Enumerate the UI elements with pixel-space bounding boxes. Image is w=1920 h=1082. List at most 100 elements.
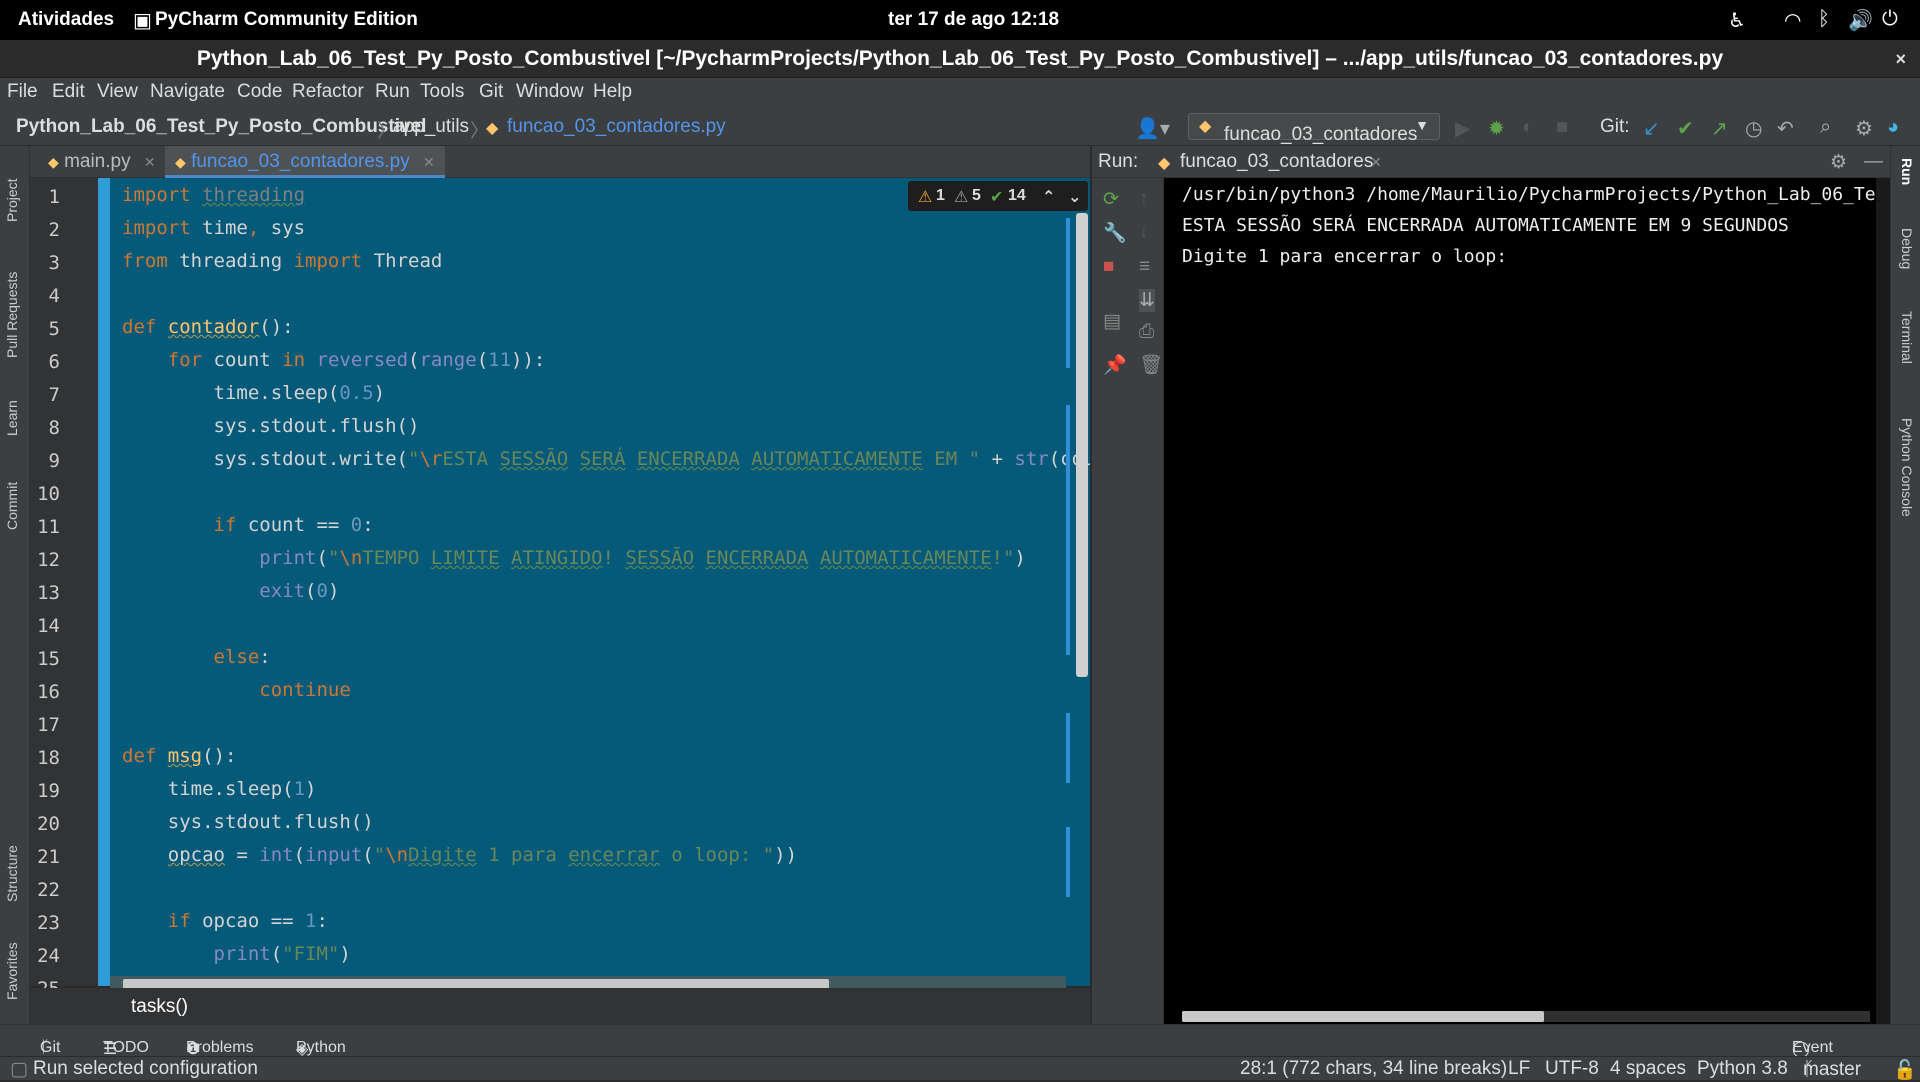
menu-navigate[interactable]: Navigate — [150, 81, 225, 103]
wifi-icon[interactable]: ◠ — [1784, 8, 1801, 33]
history-icon[interactable]: ◷ — [1745, 116, 1762, 141]
power-icon[interactable]: ⏻ — [1882, 8, 1898, 31]
user-icon[interactable]: 👤▾ — [1135, 116, 1170, 141]
stop-icon[interactable]: ■ — [1556, 116, 1568, 139]
print-icon[interactable]: ⎙ — [1139, 321, 1154, 343]
line-number: 21 — [37, 846, 60, 868]
indent-setting[interactable]: 4 spaces — [1610, 1058, 1686, 1080]
volume-icon[interactable]: 🔊 — [1848, 8, 1873, 33]
python-file-icon: ◆ — [175, 154, 186, 170]
editor-vertical-scrollbar[interactable] — [1076, 213, 1088, 677]
menu-file[interactable]: File — [7, 81, 38, 103]
next-issue-icon[interactable]: ⌄ — [1068, 187, 1081, 207]
status-message: Run selected configuration — [33, 1058, 258, 1079]
line-number: 11 — [37, 516, 60, 538]
left-tool-strip: Project Pull Requests Learn Commit Struc… — [0, 146, 30, 1024]
pin-icon[interactable]: 📌 — [1103, 353, 1127, 377]
caret-position[interactable]: 28:1 (772 chars, 34 line breaks) — [1240, 1058, 1507, 1080]
tool-terminal[interactable]: Terminal — [1899, 311, 1915, 364]
previous-issue-icon[interactable]: ⌃ — [1042, 187, 1055, 207]
status-bar: ▢ Run selected configuration 28:1 (772 c… — [0, 1056, 1920, 1082]
trash-icon[interactable]: 🗑 — [1139, 353, 1163, 377]
line-number: 24 — [37, 945, 60, 967]
breadcrumb-file[interactable]: funcao_03_contadores.py — [507, 116, 726, 138]
lock-icon[interactable]: 🔓 — [1893, 1058, 1917, 1082]
tool-python-console[interactable]: Python Console — [1899, 418, 1915, 517]
tab-funcao-03-contadores[interactable]: ◆ funcao_03_contadores.py ✕ — [165, 146, 445, 178]
python-file-icon: ◆ — [48, 154, 59, 170]
rollback-icon[interactable]: ↶ — [1777, 116, 1794, 141]
jetbrains-icon[interactable]: ◕ — [1887, 116, 1899, 139]
breadcrumb-folder[interactable]: app_utils — [393, 116, 469, 138]
tab-main-py[interactable]: ◆ main.py ✕ — [38, 146, 166, 178]
minimize-icon[interactable]: — — [1864, 151, 1883, 173]
change-marker — [1066, 405, 1070, 655]
menu-edit[interactable]: Edit — [52, 81, 85, 103]
close-tab-icon[interactable]: ✕ — [423, 154, 435, 170]
menu-help[interactable]: Help — [593, 81, 632, 103]
git-update-icon[interactable]: ↙ — [1643, 116, 1660, 141]
menu-view[interactable]: View — [97, 81, 138, 103]
scroll-to-end-icon[interactable]: ⇊ — [1139, 289, 1155, 312]
wrench-icon[interactable]: 🔧 — [1103, 221, 1127, 245]
menu-refactor[interactable]: Refactor — [292, 81, 364, 103]
close-window-button[interactable]: × — [1895, 40, 1906, 78]
run-configuration-select[interactable]: ◆ funcao_03_contadores ▼ — [1188, 113, 1440, 145]
app-menu[interactable]: PyCharm Community Edition — [155, 9, 418, 31]
up-icon[interactable]: ↑ — [1139, 188, 1149, 210]
code-line: opcao = int(input("\nDigite 1 para encer… — [167, 844, 798, 866]
close-run-tab-icon[interactable]: ✕ — [1370, 154, 1382, 171]
tool-project[interactable]: Project — [4, 178, 20, 222]
tool-run[interactable]: Run — [1899, 158, 1915, 185]
chevron-down-icon: ▼ — [1415, 117, 1429, 133]
search-icon[interactable]: ⌕ — [1820, 116, 1831, 139]
tool-favorites[interactable]: Favorites — [4, 942, 20, 1000]
status-toggle-icon[interactable]: ▢ — [10, 1058, 28, 1081]
menu-run[interactable]: Run — [375, 81, 410, 103]
tool-learn[interactable]: Learn — [4, 400, 20, 436]
activities-button[interactable]: Atividades — [18, 9, 114, 31]
code-line: if count == 0: — [213, 514, 374, 536]
git-push-icon[interactable]: ↗ — [1711, 116, 1728, 141]
breadcrumb-project[interactable]: Python_Lab_06_Test_Py_Posto_Combustivel — [16, 116, 426, 138]
run-console[interactable]: /usr/bin/python3 /home/Maurilio/PycharmP… — [1164, 178, 1876, 1024]
inspection-widget[interactable]: ⚠ 1 ⚠ 5 ✔ 14 ⌃ ⌄ — [908, 181, 1088, 211]
tool-structure[interactable]: Structure — [4, 845, 20, 902]
tool-pull-requests[interactable]: Pull Requests — [4, 272, 20, 358]
git-label: Git: — [1600, 116, 1630, 137]
python-interpreter[interactable]: Python 3.8 — [1697, 1058, 1788, 1080]
debug-icon[interactable]: ✹ — [1488, 116, 1505, 141]
bluetooth-icon[interactable]: ᛒ — [1818, 8, 1830, 31]
down-icon[interactable]: ↓ — [1139, 221, 1149, 243]
settings-icon[interactable]: ⚙ — [1830, 151, 1847, 174]
tool-commit[interactable]: Commit — [4, 482, 20, 530]
menu-window[interactable]: Window — [516, 81, 584, 103]
console-horizontal-scrollbar[interactable] — [1182, 1011, 1544, 1022]
tool-debug[interactable]: Debug — [1899, 228, 1915, 269]
file-encoding[interactable]: UTF-8 — [1545, 1058, 1599, 1080]
clock[interactable]: ter 17 de ago 12:18 — [888, 9, 1059, 31]
console-vertical-scroll-track[interactable] — [1876, 178, 1890, 1024]
menu-code[interactable]: Code — [237, 81, 282, 103]
settings-icon[interactable]: ⚙ — [1855, 116, 1873, 141]
rerun-icon[interactable]: ⟳ — [1103, 188, 1119, 211]
line-separator[interactable]: LF — [1508, 1058, 1530, 1080]
stop-icon[interactable]: ■ — [1103, 256, 1114, 278]
accessibility-icon[interactable]: ♿ — [1728, 8, 1746, 33]
menu-git[interactable]: Git — [479, 81, 503, 103]
code-editor[interactable]: import threading import time, sys from t… — [110, 178, 1090, 986]
soft-wrap-icon[interactable]: ≡ — [1139, 256, 1150, 278]
git-commit-icon[interactable]: ✔ — [1677, 116, 1694, 141]
close-tab-icon[interactable]: ✕ — [144, 154, 156, 170]
run-panel-label: Run: — [1098, 151, 1139, 172]
run-tab[interactable]: funcao_03_contadores — [1180, 151, 1373, 173]
layout-icon[interactable]: ▤ — [1103, 310, 1121, 333]
change-marker — [1066, 827, 1070, 897]
git-branch-label: master — [1803, 1059, 1862, 1080]
code-line: exit(0) — [259, 580, 340, 602]
coverage-icon[interactable]: ◐ — [1522, 116, 1534, 139]
run-icon[interactable]: ▶ — [1455, 116, 1470, 141]
menu-tools[interactable]: Tools — [420, 81, 464, 103]
function-breadcrumb[interactable]: tasks() — [131, 996, 188, 1018]
line-number: 1 — [48, 186, 60, 208]
